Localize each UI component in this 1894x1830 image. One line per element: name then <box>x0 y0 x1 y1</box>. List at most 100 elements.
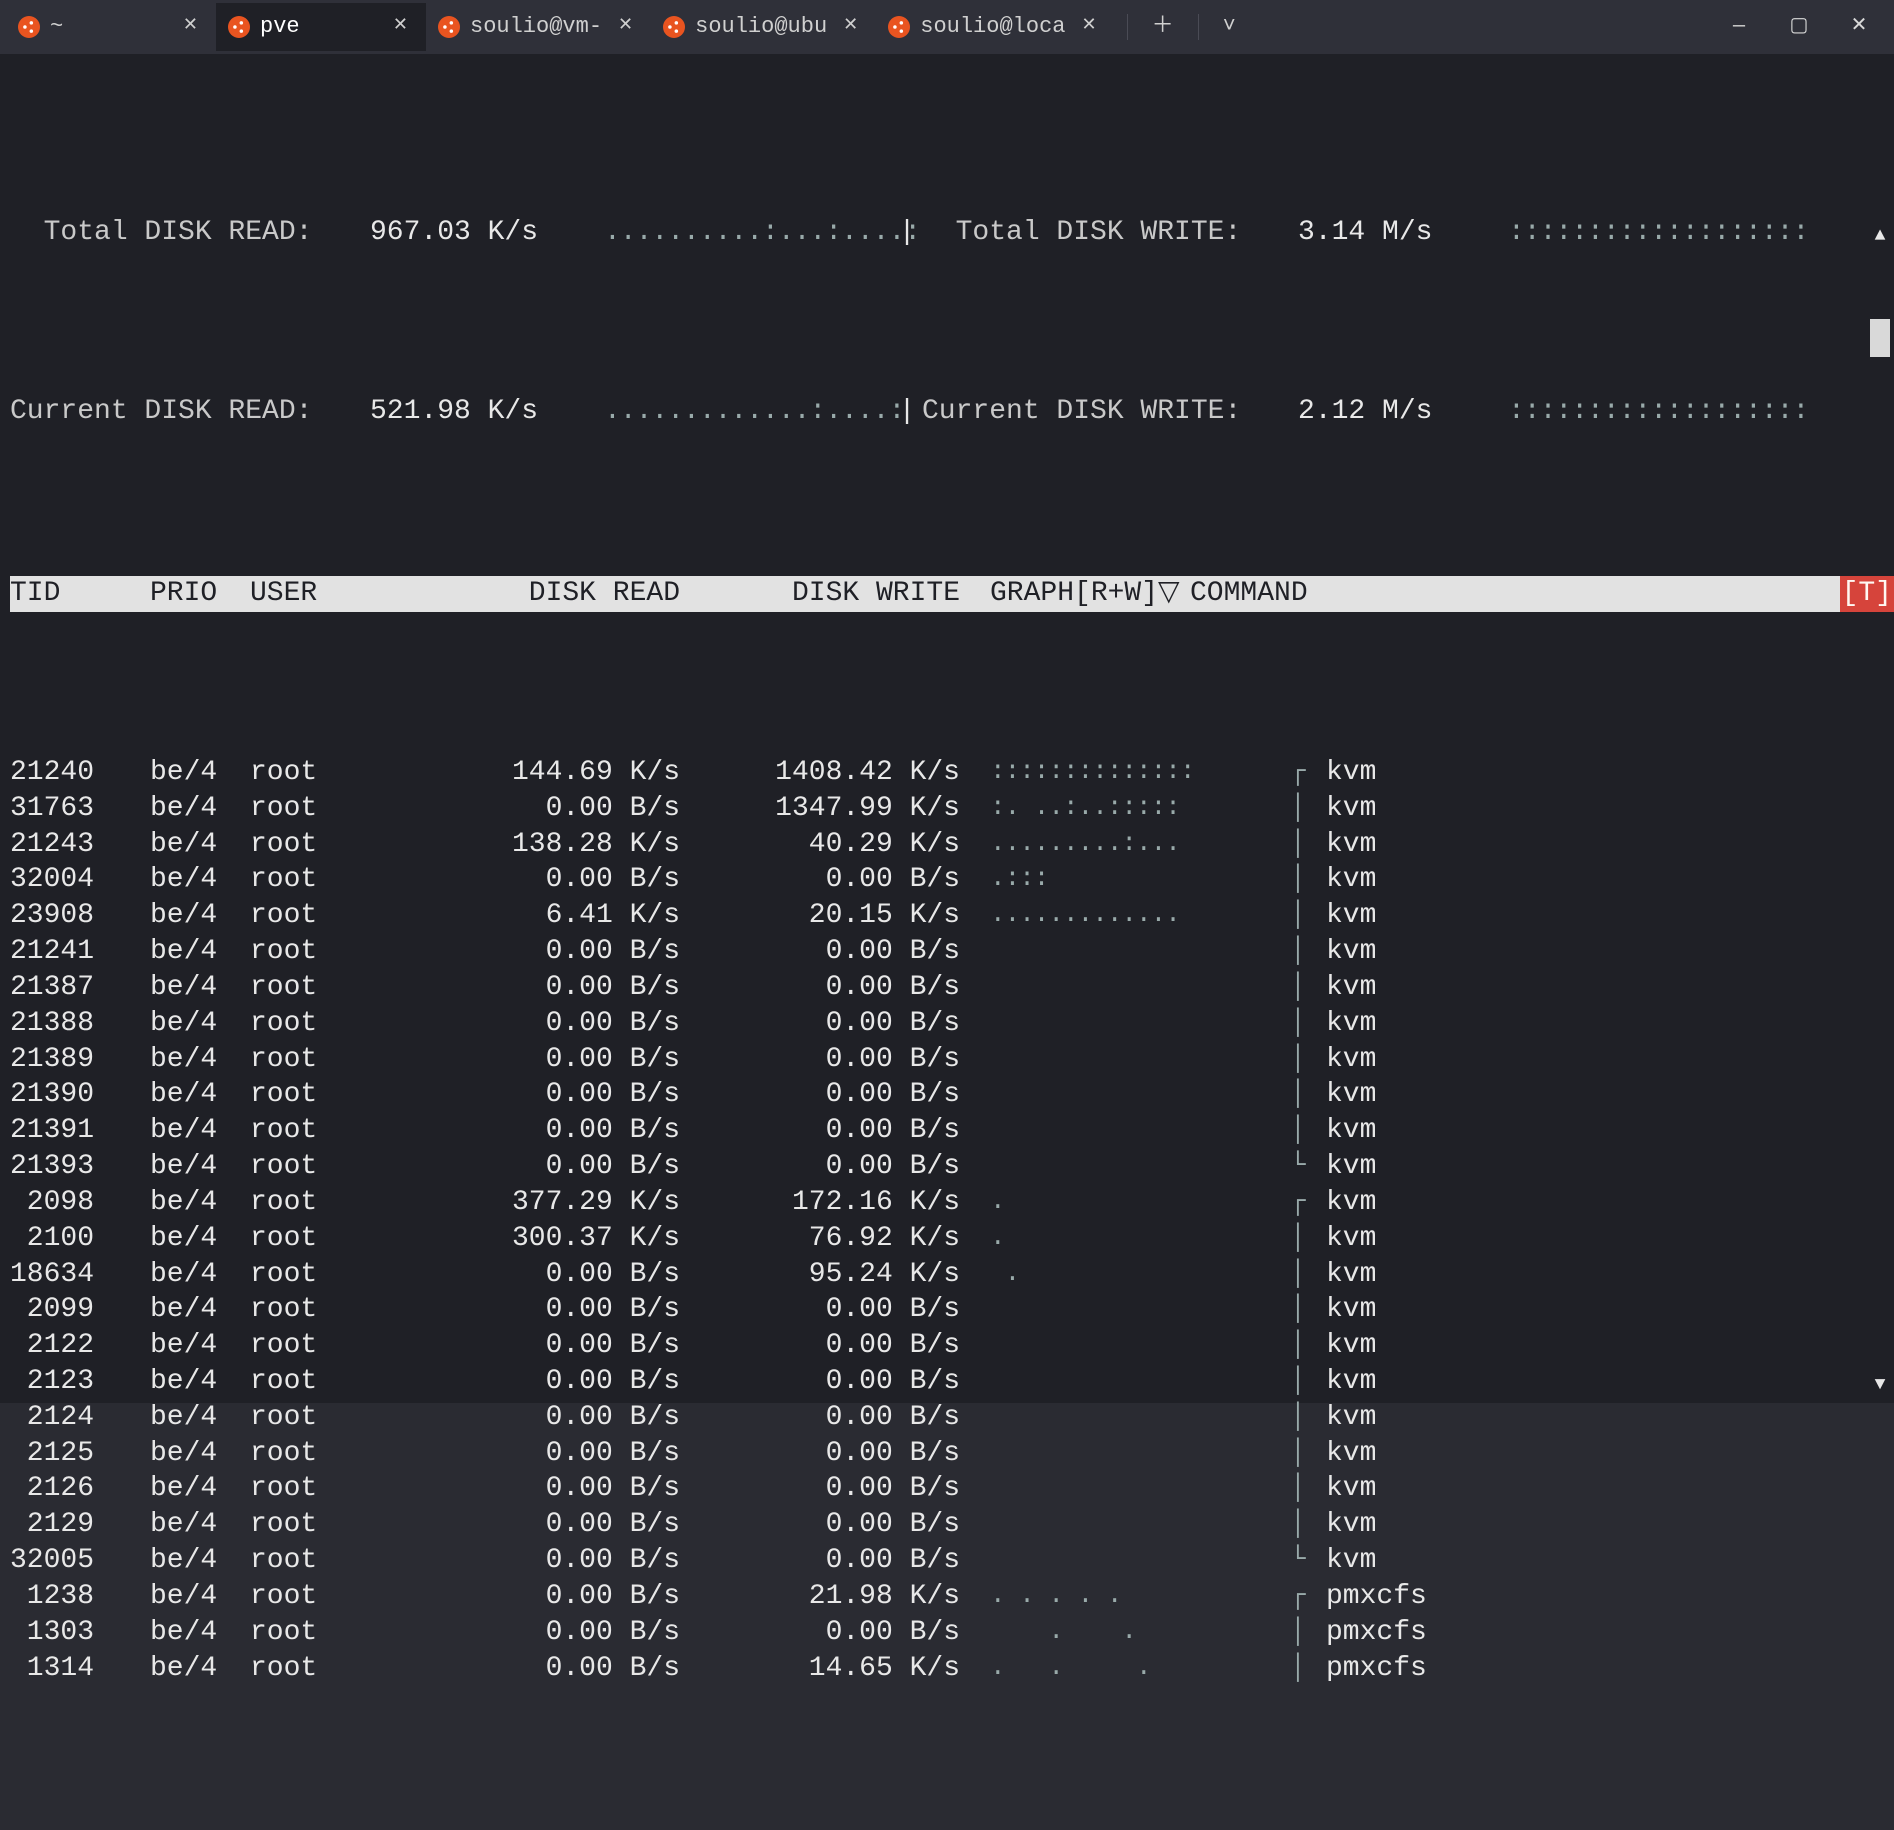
cell-graph: . <box>990 1185 1290 1221</box>
col-read[interactable]: DISK READ <box>382 576 686 612</box>
cell-command: kvm <box>1326 1113 1894 1149</box>
cell-graph: .........:... <box>990 827 1290 863</box>
column-header-row[interactable]: TID PRIO USER DISK READ DISK WRITE GRAPH… <box>10 576 1894 612</box>
tab-label: soulio@loca <box>920 13 1065 41</box>
cell-prio: be/4 <box>150 1328 250 1364</box>
tree-branch-icon: │ <box>1290 827 1326 863</box>
cell-write: 0.00 B/s <box>686 1364 966 1400</box>
cell-read: 0.00 B/s <box>382 1543 686 1579</box>
process-row[interactable]: 31763be/4root0.00 B/s1347.99 K/s:. ..:..… <box>10 791 1894 827</box>
cell-user: root <box>250 1257 382 1293</box>
tab-dropdown-button[interactable]: ˅ <box>1213 9 1246 45</box>
ubuntu-logo-icon <box>663 16 685 38</box>
col-prio[interactable]: PRIO <box>150 576 250 612</box>
ubuntu-logo-icon <box>438 16 460 38</box>
process-row[interactable]: 2122be/4root0.00 B/s0.00 B/s│kvm <box>10 1328 1894 1364</box>
cell-prio: be/4 <box>150 791 250 827</box>
process-row[interactable]: 21390be/4root0.00 B/s0.00 B/s│kvm <box>10 1077 1894 1113</box>
cell-tid: 32004 <box>10 862 150 898</box>
process-row[interactable]: 23908be/4root6.41 K/s20.15 K/s..........… <box>10 898 1894 934</box>
cell-graph <box>990 1006 1290 1042</box>
summary-row-total: Total DISK READ: 967.03 K/s ..........:.… <box>10 215 1894 251</box>
scroll-down-arrow-icon[interactable]: ▼ <box>1870 1375 1890 1395</box>
col-write[interactable]: DISK WRITE <box>686 576 966 612</box>
maximize-button[interactable]: ▢ <box>1786 14 1812 40</box>
process-row[interactable]: 21243be/4root138.28 K/s40.29 K/s........… <box>10 827 1894 863</box>
cell-graph: . . <box>990 1615 1290 1651</box>
cell-write: 0.00 B/s <box>686 1077 966 1113</box>
cell-command: kvm <box>1326 1507 1894 1543</box>
tree-branch-icon: │ <box>1290 934 1326 970</box>
col-tid[interactable]: TID <box>10 576 150 612</box>
minimize-button[interactable]: — <box>1726 14 1752 40</box>
process-row[interactable]: 32004be/4root0.00 B/s0.00 B/s.:::│kvm <box>10 862 1894 898</box>
cell-command: kvm <box>1326 1471 1894 1507</box>
process-row[interactable]: 2125be/4root0.00 B/s0.00 B/s│kvm <box>10 1436 1894 1472</box>
tab[interactable]: soulio@ubu✕ <box>651 3 876 51</box>
col-graph[interactable]: GRAPH[R+W]▽ <box>990 576 1190 612</box>
scroll-thumb[interactable] <box>1870 319 1890 357</box>
tree-branch-icon: │ <box>1290 862 1326 898</box>
col-command[interactable]: COMMAND <box>1190 576 1840 612</box>
cell-command: kvm <box>1326 1077 1894 1113</box>
tree-branch-icon: ┌ <box>1290 1579 1326 1615</box>
cell-user: root <box>250 1328 382 1364</box>
process-row[interactable]: 32005be/4root0.00 B/s0.00 B/s└kvm <box>10 1543 1894 1579</box>
tab[interactable]: soulio@loca ✕ <box>876 3 1114 51</box>
cell-user: root <box>250 1436 382 1472</box>
terminal-viewport[interactable]: Total DISK READ: 967.03 K/s ..........:.… <box>0 54 1894 1403</box>
scrollbar[interactable]: ▲ ▼ <box>1870 154 1890 1395</box>
process-row[interactable]: 1303be/4root0.00 B/s0.00 B/s . .│pmxcfs <box>10 1615 1894 1651</box>
tab-separator <box>1198 14 1199 40</box>
cell-tid: 23908 <box>10 898 150 934</box>
cell-tid: 21391 <box>10 1113 150 1149</box>
process-row[interactable]: 21389be/4root0.00 B/s0.00 B/s│kvm <box>10 1042 1894 1078</box>
cell-read: 300.37 K/s <box>382 1221 686 1257</box>
tree-branch-icon: │ <box>1290 1113 1326 1149</box>
process-row[interactable]: 21393be/4root0.00 B/s0.00 B/s└kvm <box>10 1149 1894 1185</box>
tree-branch-icon: │ <box>1290 970 1326 1006</box>
process-row[interactable]: 2123be/4root0.00 B/s0.00 B/s│kvm <box>10 1364 1894 1400</box>
cell-write: 0.00 B/s <box>686 1113 966 1149</box>
cell-write: 0.00 B/s <box>686 970 966 1006</box>
new-tab-button[interactable]: ＋ <box>1142 9 1184 45</box>
cell-prio: be/4 <box>150 1543 250 1579</box>
cell-user: root <box>250 755 382 791</box>
process-row[interactable]: 2124be/4root0.00 B/s0.00 B/s│kvm <box>10 1400 1894 1436</box>
process-row[interactable]: 18634be/4root0.00 B/s95.24 K/s .│kvm <box>10 1257 1894 1293</box>
cell-read: 0.00 B/s <box>382 1042 686 1078</box>
cell-prio: be/4 <box>150 970 250 1006</box>
process-row[interactable]: 21391be/4root0.00 B/s0.00 B/s│kvm <box>10 1113 1894 1149</box>
cell-read: 0.00 B/s <box>382 1113 686 1149</box>
tab-close-button[interactable]: ✕ <box>837 13 864 40</box>
cell-tid: 31763 <box>10 791 150 827</box>
process-row[interactable]: 2129be/4root0.00 B/s0.00 B/s│kvm <box>10 1507 1894 1543</box>
tree-branch-icon: │ <box>1290 898 1326 934</box>
process-row[interactable]: 2098be/4root377.29 K/s172.16 K/s.┌kvm <box>10 1185 1894 1221</box>
tab-close-button[interactable]: ✕ <box>1075 13 1102 40</box>
tab[interactable]: ~✕ <box>6 3 216 51</box>
process-row[interactable]: 1314be/4root0.00 B/s14.65 K/s. . .│pmxcf… <box>10 1651 1894 1687</box>
cell-write: 1408.42 K/s <box>686 755 966 791</box>
process-row[interactable]: 2099be/4root0.00 B/s0.00 B/s│kvm <box>10 1292 1894 1328</box>
cell-tid: 1303 <box>10 1615 150 1651</box>
cell-user: root <box>250 1400 382 1436</box>
process-row[interactable]: 21241be/4root0.00 B/s0.00 B/s│kvm <box>10 934 1894 970</box>
cell-write: 0.00 B/s <box>686 1543 966 1579</box>
process-row[interactable]: 21240be/4root144.69 K/s1408.42 K/s::::::… <box>10 755 1894 791</box>
scroll-up-arrow-icon[interactable]: ▲ <box>1870 226 1890 246</box>
cell-read: 0.00 B/s <box>382 1006 686 1042</box>
process-row[interactable]: 2126be/4root0.00 B/s0.00 B/s│kvm <box>10 1471 1894 1507</box>
col-user[interactable]: USER <box>250 576 382 612</box>
process-row[interactable]: 2100be/4root300.37 K/s76.92 K/s.│kvm <box>10 1221 1894 1257</box>
process-row[interactable]: 21388be/4root0.00 B/s0.00 B/s│kvm <box>10 1006 1894 1042</box>
process-row[interactable]: 21387be/4root0.00 B/s0.00 B/s│kvm <box>10 970 1894 1006</box>
process-row[interactable]: 1238be/4root0.00 B/s21.98 K/s. . . . .┌p… <box>10 1579 1894 1615</box>
tab-close-button[interactable]: ✕ <box>177 13 204 40</box>
close-window-button[interactable]: ✕ <box>1846 14 1872 40</box>
tab[interactable]: pve✕ <box>216 3 426 51</box>
tabbar-ops: ＋ ˅ <box>1115 9 1254 45</box>
tab-close-button[interactable]: ✕ <box>612 13 639 40</box>
tab-close-button[interactable]: ✕ <box>387 13 414 40</box>
tab[interactable]: soulio@vm-✕ <box>426 3 651 51</box>
